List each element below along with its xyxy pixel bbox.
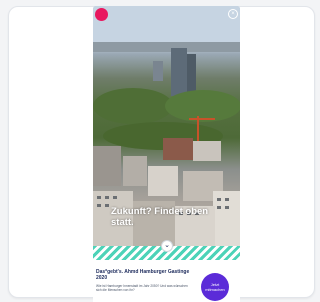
- article-text: Wie ist Hamburger Innenstadt im Jahr 205…: [96, 284, 188, 292]
- article-teaser[interactable]: Das*gebt's. Ahmd Hamburger Gastinge 2020…: [93, 260, 240, 302]
- close-icon[interactable]: ×: [228, 9, 238, 19]
- city-photo: × Zukunft? Findet oben statt.: [93, 6, 240, 246]
- story-headline: Zukunft? Findet oben statt.: [111, 206, 209, 228]
- article-title: Das*gebt's. Ahmd Hamburger Gastinge 2020: [96, 269, 190, 281]
- brand-logo[interactable]: [95, 8, 108, 21]
- participate-badge[interactable]: Jetzt mitmachen: [201, 273, 229, 301]
- chevron-down-icon[interactable]: ⌄: [161, 240, 173, 252]
- story-frame[interactable]: × Zukunft? Findet oben statt. ⌄ Das*gebt…: [93, 6, 240, 302]
